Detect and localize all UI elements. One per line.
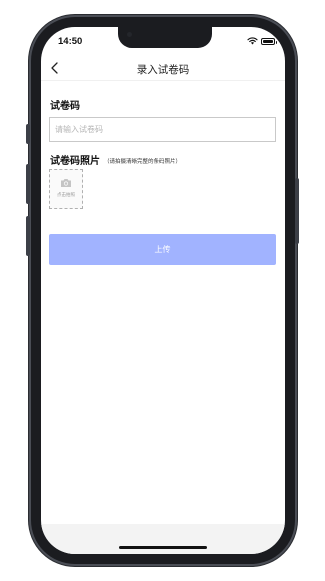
code-input[interactable] bbox=[49, 117, 276, 142]
upload-submit-button[interactable]: 上传 bbox=[49, 234, 276, 265]
front-camera bbox=[127, 32, 132, 37]
wifi-icon bbox=[247, 37, 258, 45]
bottom-safe-area bbox=[41, 524, 285, 554]
photo-hint: （请拍摄清晰完整的条码照片） bbox=[104, 159, 182, 165]
photo-label-row: 试卷码照片 （请拍摄清晰完整的条码照片） bbox=[50, 152, 181, 167]
photo-upload-button[interactable]: 点击拍照 bbox=[49, 169, 83, 209]
navigation-bar: 录入试卷码 bbox=[41, 57, 285, 81]
mute-switch bbox=[26, 124, 30, 144]
home-indicator[interactable] bbox=[119, 546, 207, 549]
camera-icon bbox=[61, 179, 71, 187]
page-title: 录入试卷码 bbox=[136, 64, 190, 76]
volume-down-button bbox=[26, 216, 30, 256]
phone-screen: 14:50 录入试卷码 试卷码 试卷码照片 （请拍摄清晰完整的条码照片） 点击拍照… bbox=[41, 27, 285, 554]
status-icons bbox=[247, 37, 277, 45]
code-label: 试卷码 bbox=[50, 101, 80, 112]
photo-label: 试卷码照片 bbox=[50, 156, 100, 167]
battery-icon bbox=[261, 37, 277, 45]
volume-up-button bbox=[26, 164, 30, 204]
upload-label: 点击拍照 bbox=[57, 193, 75, 198]
power-button bbox=[295, 178, 299, 244]
status-time: 14:50 bbox=[58, 36, 83, 47]
notch bbox=[118, 27, 212, 48]
